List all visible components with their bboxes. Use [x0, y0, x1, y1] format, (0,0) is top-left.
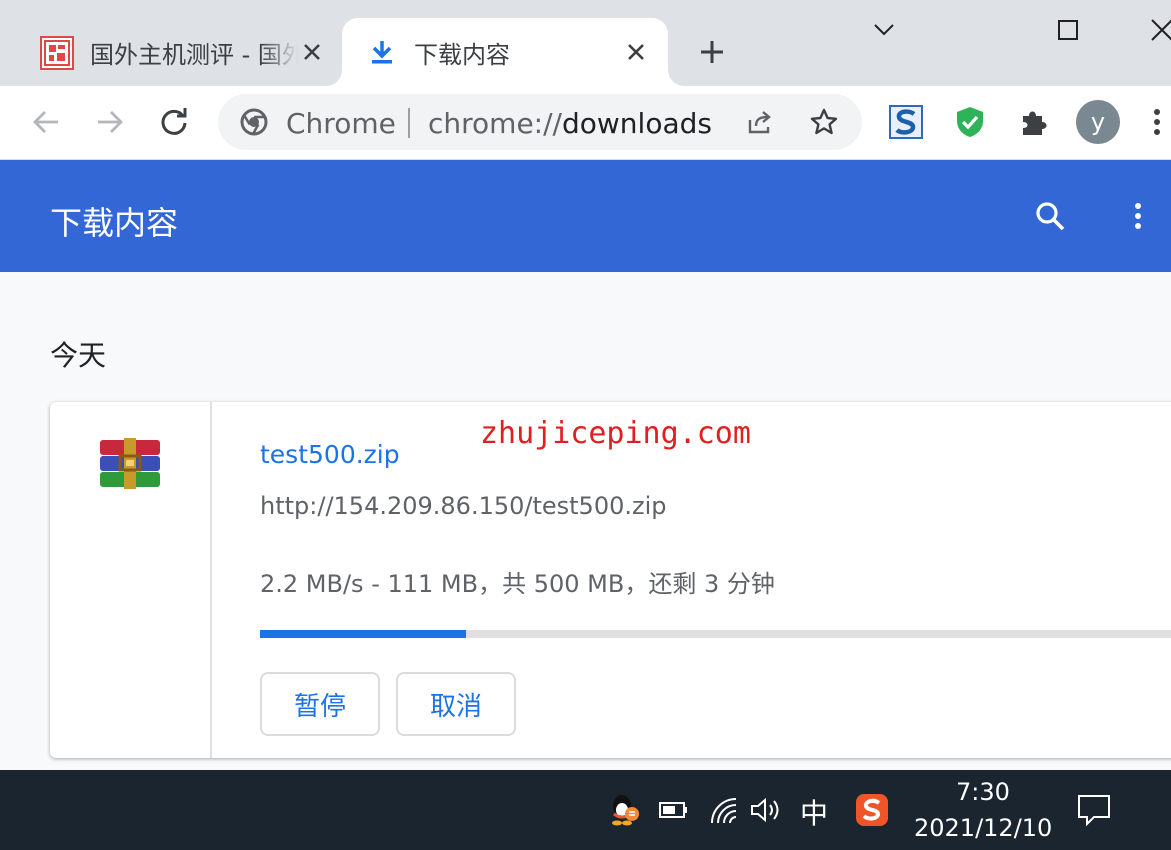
- windows-taskbar: 中 7:30 2021/12/10: [0, 770, 1171, 850]
- card-divider: [210, 402, 212, 758]
- maximize-icon: [1057, 19, 1079, 45]
- tab-search-button[interactable]: [860, 8, 908, 56]
- tab-downloads[interactable]: 下载内容: [342, 18, 668, 86]
- battery-icon[interactable]: [654, 790, 694, 830]
- chrome-logo-icon: [240, 108, 268, 140]
- forward-button[interactable]: [88, 102, 132, 146]
- cancel-button[interactable]: 取消: [396, 672, 516, 736]
- star-icon[interactable]: [808, 106, 840, 138]
- maximize-button[interactable]: [1044, 8, 1092, 56]
- close-icon: [1150, 18, 1171, 46]
- kebab-menu-icon: [1134, 201, 1142, 235]
- pause-button[interactable]: 暂停: [260, 672, 380, 736]
- forward-arrow-icon: [95, 108, 125, 140]
- omnibox-scheme-label: Chrome: [286, 107, 396, 140]
- close-icon[interactable]: [618, 34, 654, 70]
- kebab-menu-icon: [1153, 107, 1161, 141]
- downloads-header: 下载内容: [0, 160, 1171, 272]
- chevron-down-icon: [872, 22, 896, 42]
- download-item-card: test500.zip http://154.209.86.150/test50…: [50, 402, 1171, 758]
- download-icon: [368, 38, 396, 70]
- file-name-link[interactable]: test500.zip: [260, 440, 400, 469]
- close-window-button[interactable]: [1138, 8, 1171, 56]
- download-progress-bar: [260, 630, 1171, 638]
- tab-title-downloads: 下载内容: [414, 40, 510, 69]
- reload-icon: [159, 107, 189, 141]
- back-arrow-icon: [31, 108, 61, 140]
- clock-date[interactable]: 2021/12/10: [914, 814, 1052, 842]
- plus-icon: [699, 39, 725, 69]
- profile-avatar[interactable]: y: [1076, 100, 1120, 144]
- downloads-menu-button[interactable]: [1116, 194, 1160, 242]
- ime-indicator[interactable]: 中: [800, 792, 828, 832]
- search-button[interactable]: [1026, 194, 1074, 242]
- avatar-letter: y: [1090, 108, 1106, 136]
- share-icon[interactable]: [744, 106, 776, 138]
- search-icon: [1034, 200, 1066, 236]
- extensions-button[interactable]: [1012, 102, 1056, 146]
- shield-check-icon: [954, 105, 986, 143]
- s-extension-button[interactable]: [884, 102, 928, 146]
- puzzle-icon: [1019, 107, 1049, 141]
- downloads-list: 今天 test500.zip http://154.209.86.150/tes…: [0, 272, 1171, 770]
- reload-button[interactable]: [152, 102, 196, 146]
- new-tab-button[interactable]: [690, 34, 734, 74]
- page-title: 下载内容: [50, 204, 179, 242]
- chrome-menu-button[interactable]: [1142, 102, 1171, 146]
- tab-strip: 国外主机测评 - 国外 下载内容: [0, 0, 1171, 86]
- site-seal-icon: [40, 36, 74, 70]
- file-source-url[interactable]: http://154.209.86.150/test500.zip: [260, 492, 667, 520]
- winrar-archive-icon: [98, 436, 162, 492]
- volume-icon[interactable]: [746, 790, 786, 830]
- back-button[interactable]: [24, 102, 68, 146]
- url-host: downloads: [561, 107, 712, 140]
- omnibox-url: chrome://downloads: [428, 107, 712, 140]
- wifi-icon[interactable]: [704, 790, 744, 830]
- url-scheme: chrome://: [428, 107, 562, 140]
- shield-extension-button[interactable]: [948, 102, 992, 146]
- download-status-text: 2.2 MB/s - 111 MB，共 500 MB，还剩 3 分钟: [260, 570, 775, 598]
- qq-icon[interactable]: [604, 790, 644, 830]
- omnibox-separator: [408, 108, 410, 138]
- tab-site[interactable]: 国外主机测评 - 国外: [16, 18, 338, 86]
- s-extension-icon: [889, 105, 923, 143]
- sogou-icon[interactable]: [852, 790, 892, 830]
- omnibox[interactable]: Chrome chrome://downloads: [218, 94, 862, 150]
- date-group-label: 今天: [50, 339, 107, 372]
- tab-title-site: 国外主机测评 - 国外: [90, 40, 298, 69]
- watermark-text: zhujiceping.com: [480, 416, 751, 451]
- notification-icon[interactable]: [1072, 790, 1116, 830]
- close-icon[interactable]: [294, 34, 330, 70]
- download-progress-fill: [260, 630, 467, 638]
- browser-toolbar: Chrome chrome://downloads y: [0, 86, 1171, 160]
- clock-time[interactable]: 7:30: [956, 778, 1010, 806]
